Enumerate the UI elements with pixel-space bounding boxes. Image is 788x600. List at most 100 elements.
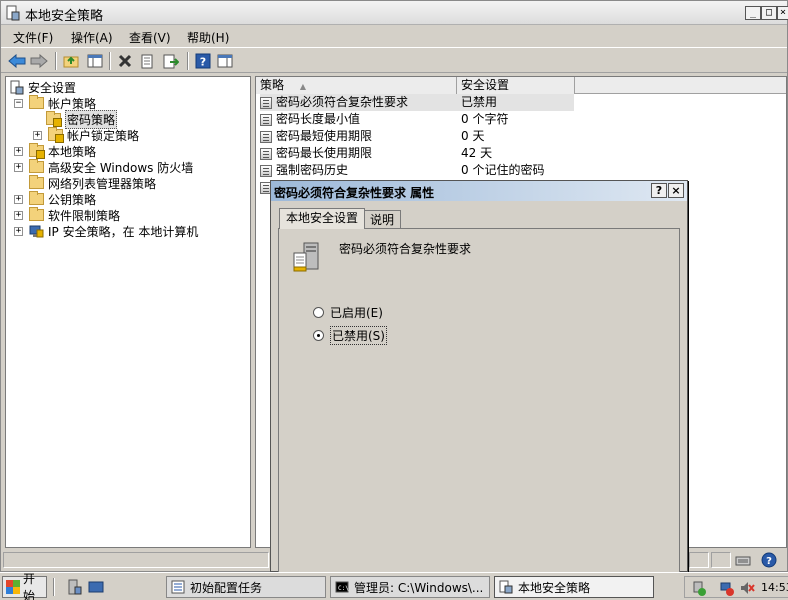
expand-icon[interactable]: + [14, 146, 23, 156]
expand-icon[interactable]: + [14, 226, 23, 236]
security-policy-icon [6, 5, 20, 21]
tree-item-local-policy[interactable]: + 本地策略 [14, 143, 96, 159]
tab-panel [278, 228, 680, 573]
menu-file[interactable]: 文件(F) [13, 29, 53, 46]
minimize-button[interactable]: _ [745, 6, 761, 20]
policy-folder-icon [29, 143, 45, 159]
config-tasks-icon [171, 580, 185, 594]
tree-item-network-list[interactable]: 网络列表管理器策略 [14, 175, 156, 191]
policy-value: 0 个记住的密码 [461, 163, 545, 177]
radio-label: 已启用(E) [330, 305, 383, 320]
policy-item-icon [260, 96, 272, 109]
tree-root[interactable]: 安全设置 [10, 79, 76, 95]
list-row[interactable]: 密码长度最小值 0 个字符 [256, 111, 786, 128]
radio-button-selected[interactable] [313, 329, 324, 341]
policy-value: 0 天 [461, 129, 485, 143]
svg-text:?: ? [200, 56, 206, 69]
taskbar-item-label: 初始配置任务 [190, 580, 263, 595]
back-arrow-icon[interactable] [7, 51, 27, 71]
action-center-icon[interactable] [691, 580, 707, 596]
security-policy-icon [499, 580, 513, 594]
security-settings-icon [10, 80, 24, 94]
export-list-icon[interactable] [161, 51, 181, 71]
tab-local-security-setting[interactable]: 本地安全设置 [279, 208, 366, 229]
policy-name: 密码最长使用期限 [276, 146, 373, 160]
column-header-policy[interactable]: 策略 ▲ [256, 77, 457, 94]
menu-view[interactable]: 查看(V) [129, 29, 171, 46]
policy-item-icon [260, 147, 272, 160]
help-icon[interactable]: ? [193, 51, 213, 71]
taskbar-item-cmd[interactable]: C:\ 管理员: C:\Windows\... [330, 576, 490, 598]
menu-help[interactable]: 帮助(H) [187, 29, 229, 46]
tree-item-password-policy[interactable]: 密码策略 [46, 109, 118, 129]
expand-icon[interactable]: + [14, 162, 23, 172]
menu-action[interactable]: 操作(A) [71, 29, 113, 46]
tree-item-label: 软件限制策略 [48, 208, 121, 223]
radio-disabled[interactable]: 已禁用(S) [313, 325, 387, 345]
dialog-title-bar[interactable]: 密码必须符合复杂性要求 属性 ? × [271, 181, 687, 201]
volume-muted-icon[interactable] [739, 580, 755, 596]
tree-item-ip-security[interactable]: + IP 安全策略，在 本地计算机 [14, 223, 198, 239]
show-action-pane-icon[interactable] [215, 51, 235, 71]
policy-name: 密码长度最小值 [276, 112, 361, 126]
tree-item-label: 本地策略 [48, 144, 97, 159]
taskbar-item-local-security-policy[interactable]: 本地安全策略 [494, 576, 654, 598]
tree-item-lockout-policy[interactable]: + 帐户锁定策略 [33, 127, 139, 143]
expand-icon[interactable]: + [14, 194, 23, 204]
maximize-button[interactable]: □ [761, 6, 777, 20]
radio-label: 已禁用(S) [330, 325, 387, 345]
delete-icon[interactable] [115, 51, 135, 71]
clock[interactable]: 14:53 [761, 581, 788, 594]
tree-item-firewall[interactable]: + 高级安全 Windows 防火墙 [14, 159, 193, 175]
list-row[interactable]: 强制密码历史 0 个记住的密码 [256, 162, 786, 179]
up-folder-icon[interactable] [61, 51, 81, 71]
list-row[interactable]: 密码最短使用期限 0 天 [256, 128, 786, 145]
policy-heading: 密码必须符合复杂性要求 [339, 242, 472, 256]
policy-folder-icon [46, 111, 62, 127]
taskbar: 开始 初始配置任务 C:\ 管理员: C:\Windows\... 本地安全策略… [0, 572, 788, 600]
tree-item-software-restriction[interactable]: + 软件限制策略 [14, 207, 120, 223]
window-title: 本地安全策略 [25, 9, 104, 24]
svg-text:?: ? [766, 556, 772, 567]
radio-button[interactable] [313, 306, 324, 318]
tree-item-label: IP 安全策略，在 本地计算机 [48, 224, 199, 239]
help-circle-icon[interactable]: ? [761, 552, 777, 568]
column-header-setting[interactable]: 安全设置 [457, 77, 575, 94]
server-manager-icon[interactable] [66, 579, 82, 595]
dialog-help-button[interactable]: ? [651, 183, 667, 198]
tree-item-label: 帐户锁定策略 [67, 128, 140, 143]
network-icon[interactable] [719, 580, 735, 596]
show-desktop-icon[interactable] [88, 579, 104, 595]
show-hide-tree-icon[interactable] [85, 51, 105, 71]
windows-logo-icon [6, 580, 20, 594]
tree-pane[interactable]: 安全设置 − 帐户策略 密码策略 + 帐户锁定策略 + 本地策略 + 高级安全 … [5, 76, 251, 548]
expand-icon[interactable]: + [14, 210, 23, 220]
collapse-icon[interactable]: − [14, 98, 23, 108]
menu-bar: 文件(F) 操作(A) 查看(V) 帮助(H) [1, 25, 787, 47]
title-bar[interactable]: 本地安全策略 _ □ × [1, 1, 788, 25]
list-row[interactable]: 密码最长使用期限 42 天 [256, 145, 786, 162]
policy-item-icon [260, 130, 272, 143]
policy-name: 密码必须符合复杂性要求 [276, 95, 409, 109]
tree-root-label: 安全设置 [28, 80, 77, 95]
taskbar-item-initial-config[interactable]: 初始配置任务 [166, 576, 326, 598]
close-button[interactable]: × [777, 6, 788, 20]
folder-icon [29, 175, 44, 189]
forward-arrow-icon[interactable] [29, 51, 49, 71]
radio-enabled[interactable]: 已启用(E) [313, 304, 383, 320]
tree-item-public-key[interactable]: + 公钥策略 [14, 191, 96, 207]
status-cell [711, 552, 731, 568]
folder-icon [29, 159, 44, 173]
properties-icon[interactable] [137, 51, 157, 71]
tab-explain[interactable]: 说明 [363, 210, 402, 230]
list-header: 策略 ▲ 安全设置 [256, 77, 786, 94]
list-row[interactable]: 密码必须符合复杂性要求 已禁用 [256, 94, 786, 111]
start-button[interactable]: 开始 [2, 572, 47, 600]
start-label: 开始 [23, 572, 36, 600]
dialog-close-button[interactable]: × [668, 183, 684, 198]
policy-value: 已禁用 [457, 94, 574, 111]
keyboard-icon[interactable] [735, 553, 751, 567]
sort-ascending-icon: ▲ [299, 82, 306, 91]
expand-icon[interactable]: + [33, 130, 42, 140]
policy-item-icon [260, 164, 272, 177]
